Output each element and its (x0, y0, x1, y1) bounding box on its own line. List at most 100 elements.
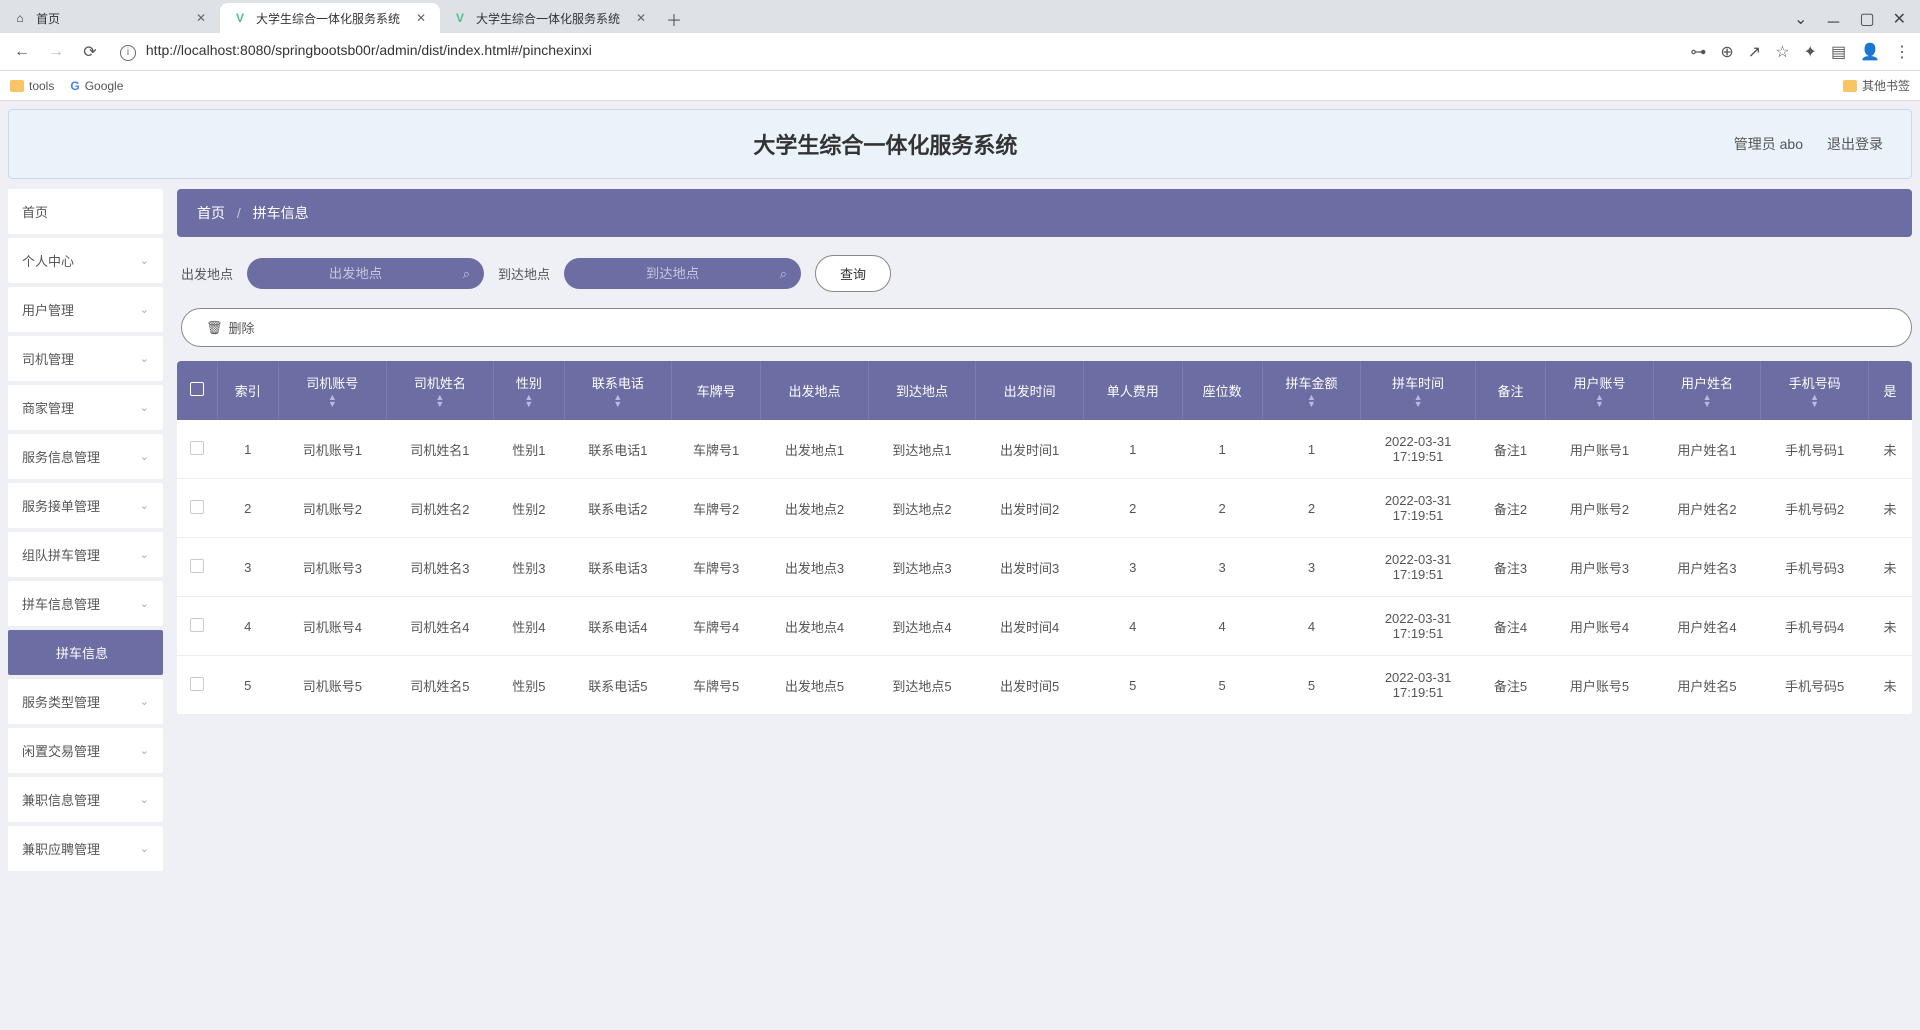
sidebar-item[interactable]: 拼车信息管理⌄ (8, 581, 163, 626)
extensions-icon[interactable]: ✦ (1804, 42, 1817, 62)
table-cell (177, 479, 217, 538)
col-header[interactable]: 出发地点 (761, 361, 869, 420)
col-header[interactable]: 用户账号▲▼ (1546, 361, 1654, 420)
url-text: http://localhost:8080/springbootsb00r/ad… (146, 42, 592, 58)
sidebar-item[interactable]: 服务信息管理⌄ (8, 434, 163, 479)
bookmark-google[interactable]: G Google (70, 79, 123, 93)
close-icon[interactable]: ✕ (194, 11, 208, 25)
row-checkbox[interactable] (190, 559, 204, 573)
col-header[interactable]: 拼车时间▲▼ (1361, 361, 1475, 420)
table-cell: 用户账号5 (1546, 656, 1654, 715)
select-all-checkbox[interactable] (190, 382, 204, 396)
col-header[interactable]: 出发时间 (976, 361, 1084, 420)
admin-label[interactable]: 管理员 abo (1734, 134, 1803, 154)
table-cell: 手机号码5 (1761, 656, 1869, 715)
table-cell (177, 656, 217, 715)
chevron-down-icon[interactable]: ⌄ (1794, 9, 1807, 33)
table-cell: 用户姓名4 (1653, 597, 1761, 656)
breadcrumb-home[interactable]: 首页 (197, 205, 225, 221)
table-cell: 到达地点3 (868, 538, 976, 597)
sidebar-item[interactable]: 兼职应聘管理⌄ (8, 826, 163, 871)
site-info-icon[interactable]: i (120, 45, 136, 61)
translate-icon[interactable]: ⊕ (1720, 42, 1733, 62)
sidebar-item[interactable]: 商家管理⌄ (8, 385, 163, 430)
sort-icon: ▲▼ (1369, 394, 1466, 408)
search-icon: ⌕ (463, 266, 470, 282)
table-cell: 4 (1182, 597, 1262, 656)
forward-button[interactable]: → (44, 40, 68, 64)
star-icon[interactable]: ☆ (1775, 42, 1789, 62)
reading-list-icon[interactable]: ▤ (1831, 42, 1846, 62)
reload-button[interactable]: ⟳ (78, 40, 102, 64)
sidebar-item[interactable]: 服务接单管理⌄ (8, 483, 163, 528)
minimize-icon[interactable]: － (1825, 9, 1841, 33)
share-icon[interactable]: ↗ (1748, 42, 1761, 62)
url-bar: ← → ⟳ i http://localhost:8080/springboot… (0, 33, 1920, 71)
arrive-input-wrap[interactable]: ⌕ (564, 258, 801, 289)
bookmark-other[interactable]: 其他书签 (1843, 77, 1910, 94)
col-header[interactable]: 索引 (217, 361, 279, 420)
col-header[interactable]: 司机账号▲▼ (279, 361, 387, 420)
delete-button[interactable]: 🗑 删除 (181, 308, 1912, 347)
table-cell: 2022-03-31 17:19:51 (1361, 597, 1475, 656)
sidebar-item[interactable]: 首页 (8, 189, 163, 234)
col-header[interactable]: 是 (1868, 361, 1911, 420)
address-bar[interactable]: i http://localhost:8080/springbootsb00r/… (112, 38, 1680, 65)
table-cell: 3 (1182, 538, 1262, 597)
col-header[interactable]: 座位数 (1182, 361, 1262, 420)
table-cell: 到达地点1 (868, 420, 976, 479)
close-icon[interactable]: ✕ (414, 11, 428, 25)
col-header[interactable]: 用户姓名▲▼ (1653, 361, 1761, 420)
col-header[interactable]: 备注 (1475, 361, 1545, 420)
row-checkbox[interactable] (190, 441, 204, 455)
col-header[interactable]: 性别▲▼ (494, 361, 564, 420)
sidebar-item[interactable]: 服务类型管理⌄ (8, 679, 163, 724)
sidebar-item[interactable]: 用户管理⌄ (8, 287, 163, 332)
table-cell: 未 (1868, 597, 1911, 656)
table-cell: 手机号码1 (1761, 420, 1869, 479)
tab-third[interactable]: V 大学生综合一体化服务系统 ✕ (440, 3, 660, 33)
profile-icon[interactable]: 👤 (1860, 42, 1880, 62)
table-cell: 性别3 (494, 538, 564, 597)
new-tab-button[interactable]: ＋ (660, 5, 688, 33)
sidebar-item[interactable]: 组队拼车管理⌄ (8, 532, 163, 577)
close-icon[interactable]: ✕ (1893, 9, 1906, 33)
tab-home[interactable]: ⌂ 首页 ✕ (0, 3, 220, 33)
tab-active[interactable]: V 大学生综合一体化服务系统 ✕ (220, 3, 440, 33)
col-header[interactable]: 手机号码▲▼ (1761, 361, 1869, 420)
sort-icon: ▲▼ (573, 394, 664, 408)
sidebar-item[interactable]: 司机管理⌄ (8, 336, 163, 381)
depart-input-wrap[interactable]: ⌕ (247, 258, 484, 289)
col-header[interactable]: 联系电话▲▼ (564, 361, 672, 420)
bookmark-tools[interactable]: tools (10, 79, 54, 93)
col-header[interactable]: 司机姓名▲▼ (386, 361, 494, 420)
query-button[interactable]: 查询 (815, 255, 891, 292)
sidebar-item-label: 服务接单管理 (22, 496, 100, 515)
row-checkbox[interactable] (190, 500, 204, 514)
row-checkbox[interactable] (190, 618, 204, 632)
table-cell: 用户账号2 (1546, 479, 1654, 538)
sidebar-item-label: 拼车信息管理 (22, 594, 100, 613)
table-wrap[interactable]: 索引司机账号▲▼司机姓名▲▼性别▲▼联系电话▲▼车牌号出发地点到达地点出发时间单… (177, 361, 1912, 715)
table-cell: 出发地点1 (761, 420, 869, 479)
maximize-icon[interactable]: ▢ (1859, 9, 1874, 33)
col-header[interactable]: 单人费用 (1083, 361, 1182, 420)
menu-icon[interactable]: ⋮ (1894, 42, 1910, 62)
logout-button[interactable]: 退出登录 (1827, 134, 1883, 154)
col-header[interactable]: 到达地点 (868, 361, 976, 420)
sidebar-item[interactable]: 个人中心⌄ (8, 238, 163, 283)
row-checkbox[interactable] (190, 677, 204, 691)
sidebar-item[interactable]: 闲置交易管理⌄ (8, 728, 163, 773)
sidebar-subitem-active[interactable]: 拼车信息 (8, 630, 163, 675)
col-header[interactable]: 车牌号 (672, 361, 761, 420)
back-button[interactable]: ← (10, 40, 34, 64)
breadcrumb: 首页 / 拼车信息 (177, 189, 1912, 237)
depart-input[interactable] (267, 266, 444, 281)
arrive-input[interactable] (584, 266, 761, 281)
col-header[interactable]: 拼车金额▲▼ (1262, 361, 1361, 420)
close-icon[interactable]: ✕ (634, 11, 648, 25)
sidebar-item[interactable]: 兼职信息管理⌄ (8, 777, 163, 822)
key-icon[interactable]: ⊶ (1690, 42, 1706, 62)
table-cell: 联系电话2 (564, 479, 672, 538)
table-cell: 5 (217, 656, 279, 715)
